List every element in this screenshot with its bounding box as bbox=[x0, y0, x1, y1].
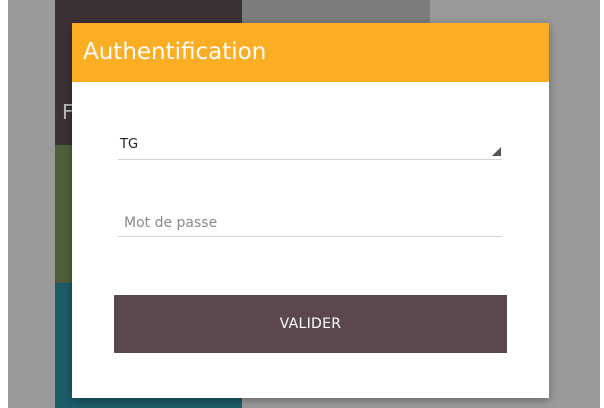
user-select-value: TG bbox=[120, 137, 139, 152]
dialog-title: Authentification bbox=[72, 23, 549, 82]
dropdown-triangle-icon bbox=[492, 147, 501, 156]
validate-button[interactable]: VALIDER bbox=[114, 295, 507, 353]
user-select[interactable]: TG bbox=[118, 129, 502, 160]
auth-dialog: Authentification TG VALIDER bbox=[72, 23, 549, 398]
password-input[interactable] bbox=[118, 209, 502, 237]
